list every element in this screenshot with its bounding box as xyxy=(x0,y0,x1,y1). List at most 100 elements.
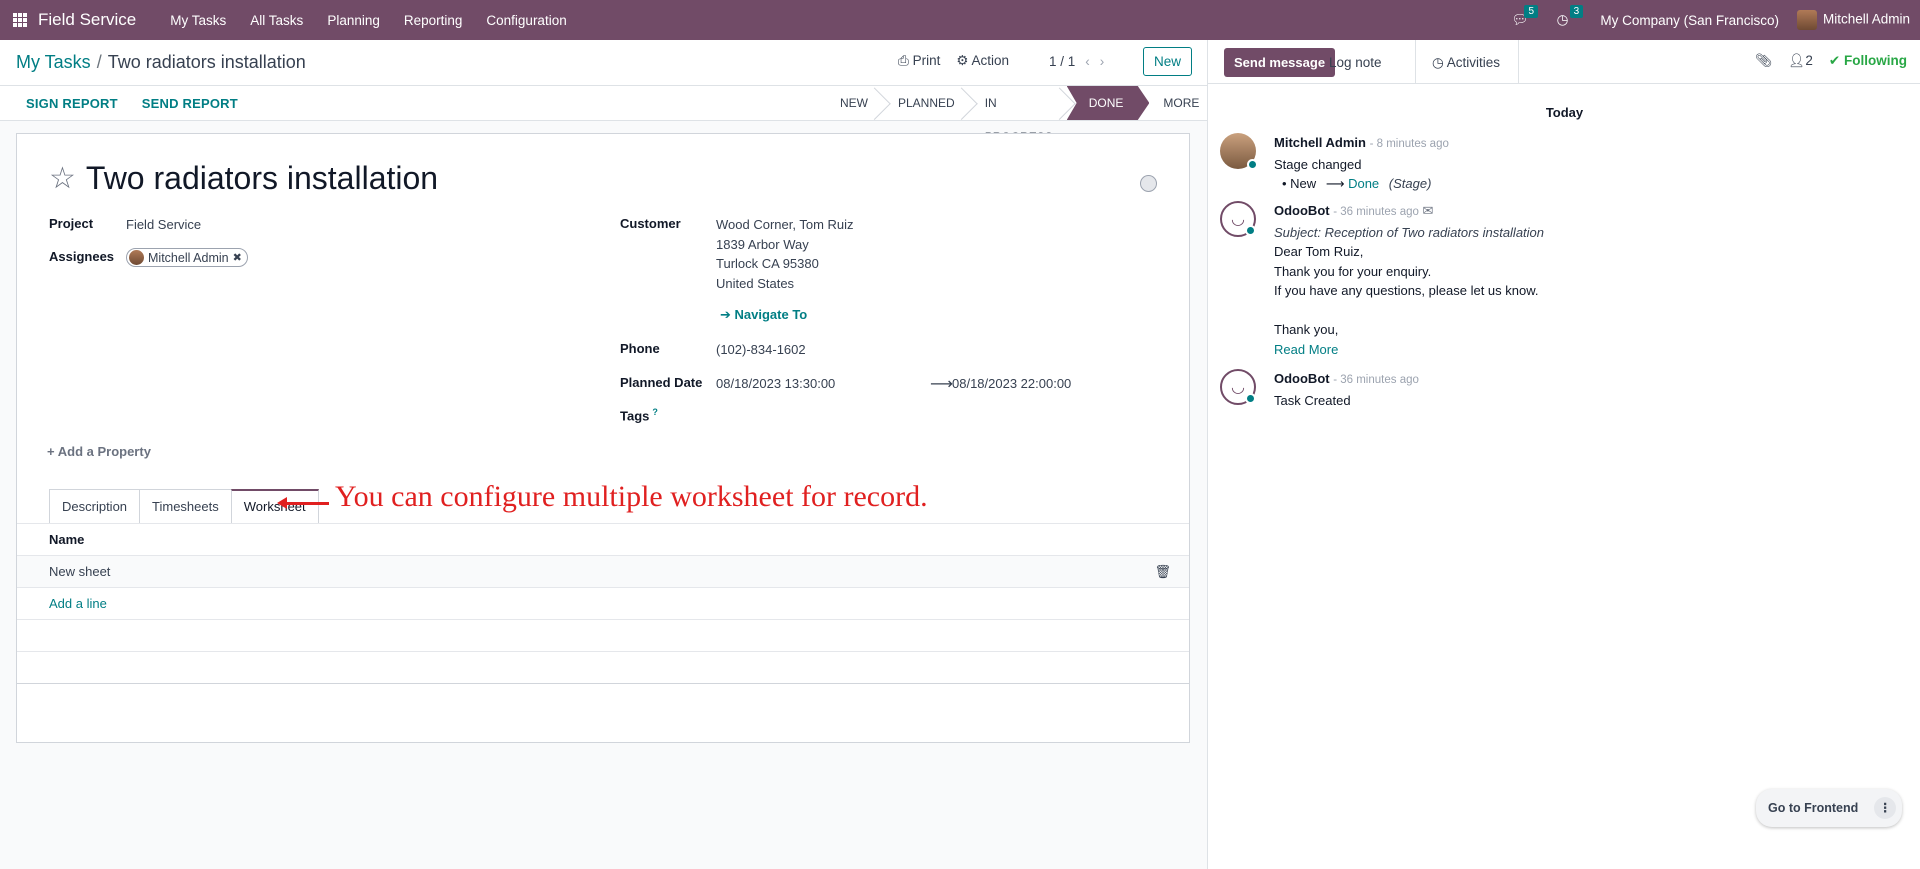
navigate-to-link[interactable]: ➔ Navigate To xyxy=(720,307,807,323)
customer-line: Wood Corner, Tom Ruiz xyxy=(716,217,854,232)
check-icon: ✔ xyxy=(1828,53,1841,68)
sign-report-button[interactable]: SIGN REPORT xyxy=(26,96,118,111)
name-column-header[interactable]: Name xyxy=(49,532,84,547)
remove-icon[interactable]: ✖ xyxy=(233,251,242,264)
plus-icon: + xyxy=(47,444,55,459)
new-button[interactable]: New xyxy=(1143,47,1193,76)
action-button[interactable]: ⚙ Action xyxy=(956,53,1009,69)
old-value: New xyxy=(1290,176,1317,191)
status-bar: SIGN REPORT SEND REPORT NEW PLANNED IN P… xyxy=(0,86,1207,144)
divider xyxy=(1518,40,1519,84)
tags-help-icon[interactable]: ? xyxy=(652,407,658,417)
assignee-chip[interactable]: Mitchell Admin ✖ xyxy=(126,248,248,267)
activities-label: Activities xyxy=(1446,55,1501,70)
avatar[interactable] xyxy=(1220,201,1256,237)
top-navbar: Field Service My Tasks All Tasks Plannin… xyxy=(0,0,1920,40)
more-stages-dropdown[interactable]: MORE ▼ xyxy=(1149,86,1211,143)
avatar[interactable] xyxy=(1220,133,1258,170)
trash-icon[interactable]: 🗑︎ xyxy=(1154,564,1171,580)
annotation-text: You can configure multiple worksheet for… xyxy=(335,480,928,513)
row-name[interactable]: New sheet xyxy=(49,564,110,579)
pager-prev-icon[interactable]: ‹ xyxy=(1085,54,1090,69)
tab-description[interactable]: Description xyxy=(49,489,141,523)
clock-icon: ◷ xyxy=(1556,12,1569,27)
print-button[interactable]: ⎙ Print xyxy=(898,53,940,69)
planned-start-field[interactable]: 08/18/2023 13:30:00 xyxy=(716,376,835,391)
pager-value[interactable]: 1 / 1 xyxy=(1049,54,1075,69)
apps-menu-icon[interactable] xyxy=(13,13,27,27)
menu-all-tasks[interactable]: All Tasks xyxy=(238,13,315,28)
messages-button[interactable]: 💬︎ 5 xyxy=(1511,5,1539,28)
envelope-icon[interactable]: ✉︎ xyxy=(1423,203,1434,218)
kanban-state-circle[interactable] xyxy=(1140,175,1157,192)
message-author[interactable]: OdooBot xyxy=(1274,203,1330,218)
field-name: (Stage) xyxy=(1388,176,1432,191)
send-message-button[interactable]: Send message xyxy=(1224,48,1336,77)
go-to-frontend-widget: Go to Frontend ⋮ xyxy=(1756,789,1903,827)
message-author[interactable]: OdooBot xyxy=(1274,371,1330,386)
followers-button[interactable]: 👤︎2 xyxy=(1788,53,1813,69)
form-sheet: ☆ Two radiators installation Project Fie… xyxy=(16,133,1190,743)
followers-count: 2 xyxy=(1805,53,1813,68)
gear-icon: ⚙ xyxy=(956,53,969,68)
table-header: Name xyxy=(17,523,1189,555)
stage-planned[interactable]: PLANNED xyxy=(880,86,967,120)
go-to-frontend-button[interactable]: Go to Frontend xyxy=(1768,801,1858,815)
arrow-right-icon: ➔ xyxy=(720,307,731,322)
menu-planning[interactable]: Planning xyxy=(315,13,392,28)
project-field[interactable]: Field Service xyxy=(126,217,201,232)
app-name[interactable]: Field Service xyxy=(38,10,136,30)
stage-in-progress[interactable]: IN PROGRESS xyxy=(967,86,1065,144)
following-button[interactable]: ✔ Following xyxy=(1829,53,1907,69)
pager-next-icon[interactable]: › xyxy=(1100,54,1105,69)
add-line-row: Add a line xyxy=(17,587,1189,619)
customer-line: Turlock CA 95380 xyxy=(716,256,819,271)
online-status-icon xyxy=(1247,159,1258,170)
star-icon[interactable]: ☆ xyxy=(49,163,76,194)
customer-address[interactable]: Wood Corner, Tom Ruiz 1839 Arbor Way Tur… xyxy=(716,215,854,293)
message-time: - 8 minutes ago xyxy=(1369,138,1449,150)
message-author[interactable]: Mitchell Admin xyxy=(1274,135,1366,150)
kebab-menu-icon[interactable]: ⋮ xyxy=(1874,797,1897,819)
new-value: Done xyxy=(1348,176,1380,191)
annotation-arrow xyxy=(277,497,329,509)
assignee-avatar xyxy=(129,250,144,265)
assignee-name: Mitchell Admin xyxy=(148,250,229,265)
planned-end-field[interactable]: 08/18/2023 22:00:00 xyxy=(952,376,1071,391)
avatar[interactable] xyxy=(1220,369,1256,405)
activities-button[interactable]: ◷ 3 xyxy=(1556,5,1584,28)
add-property-button[interactable]: + Add a Property xyxy=(47,444,151,459)
table-row[interactable]: New sheet 🗑︎ xyxy=(17,555,1189,587)
stage-done[interactable]: DONE xyxy=(1066,86,1150,120)
more-label: MORE xyxy=(1163,96,1200,110)
worksheet-table: Name New sheet 🗑︎ Add a line xyxy=(17,523,1189,684)
menu-configuration[interactable]: Configuration xyxy=(474,13,578,28)
activities-button[interactable]: ◷ Activities xyxy=(1432,55,1500,71)
read-more-link[interactable]: Read More xyxy=(1274,340,1544,360)
log-note-button[interactable]: Log note xyxy=(1329,55,1382,70)
phone-field[interactable]: (102)-834-1602 xyxy=(716,342,806,357)
send-report-button[interactable]: SEND REPORT xyxy=(142,96,238,111)
tab-timesheets[interactable]: Timesheets xyxy=(139,489,232,523)
breadcrumb-my-tasks[interactable]: My Tasks xyxy=(16,52,91,72)
chatter-panel: Send message Log note ◷ Activities 📎︎ 👤︎… xyxy=(1207,40,1920,869)
printer-icon: ⎙ xyxy=(898,53,909,68)
navigate-label: Navigate To xyxy=(734,307,808,322)
divider xyxy=(1415,40,1416,84)
planned-date-label: Planned Date xyxy=(620,375,703,390)
add-line-link[interactable]: Add a line xyxy=(49,596,107,611)
company-switcher[interactable]: My Company (San Francisco) xyxy=(1600,13,1779,28)
user-menu[interactable]: Mitchell Admin xyxy=(1796,10,1910,30)
customer-line: United States xyxy=(716,275,795,291)
user-icon: 👤︎ xyxy=(1788,53,1806,68)
tab-worksheet[interactable]: Worksheet xyxy=(230,489,319,523)
user-avatar xyxy=(1796,10,1817,30)
menu-reporting[interactable]: Reporting xyxy=(392,13,475,28)
message-text: Task Created xyxy=(1274,392,1351,408)
paperclip-icon[interactable]: 📎︎ xyxy=(1755,53,1772,69)
stage-new[interactable]: NEW xyxy=(828,86,880,120)
online-status-icon xyxy=(1245,225,1256,236)
record-title[interactable]: Two radiators installation xyxy=(86,160,438,197)
action-label: Action xyxy=(971,53,1009,68)
menu-my-tasks[interactable]: My Tasks xyxy=(158,13,238,28)
